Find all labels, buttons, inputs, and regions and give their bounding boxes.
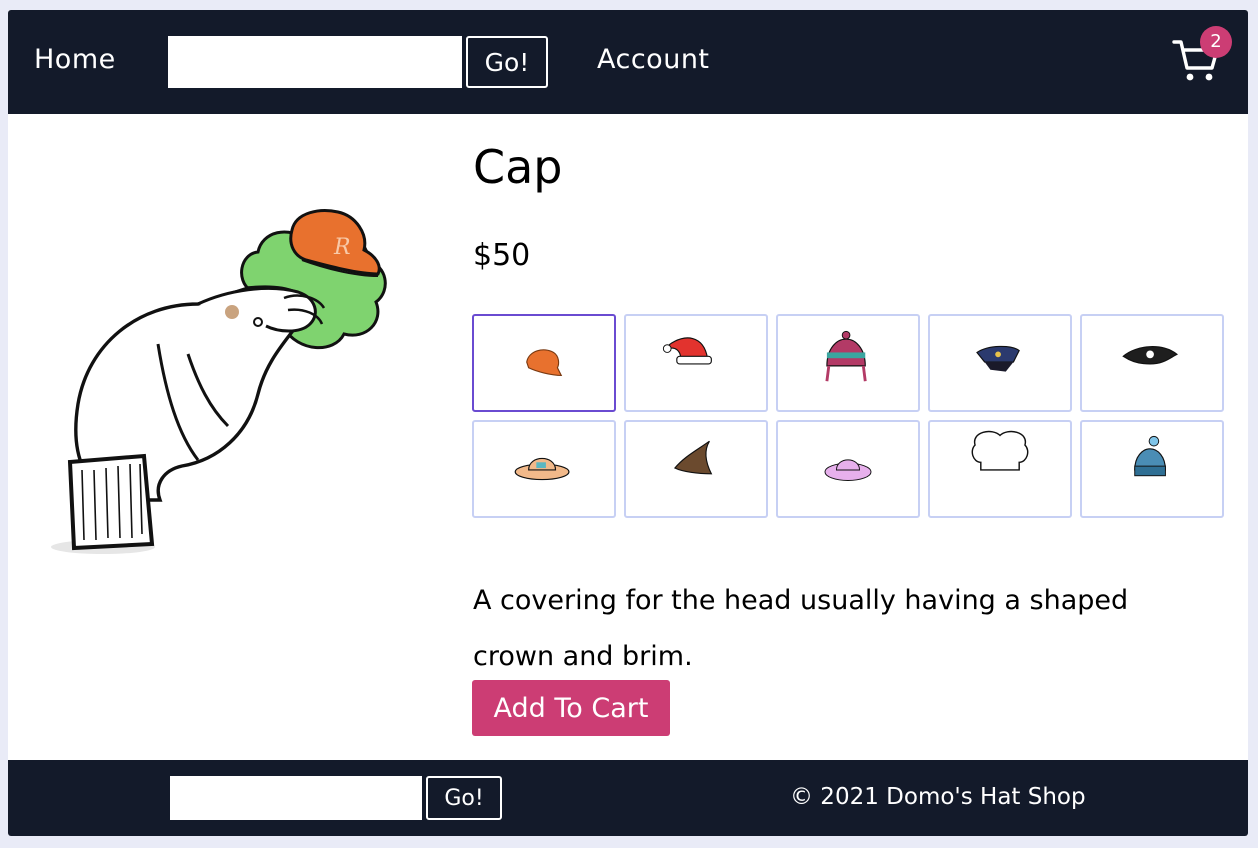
cap-icon	[526, 349, 563, 377]
witch-hat-icon	[673, 440, 713, 475]
sun-hat-icon	[514, 457, 570, 481]
product-hero-image: R	[51, 209, 387, 554]
footer: Go! © 2021 Domo's Hat Shop	[8, 760, 1248, 836]
product-price: $50	[473, 238, 531, 273]
page: Home Go! Account 2 R Cap $50 A covering …	[8, 10, 1248, 836]
hat-option-sun-hat[interactable]	[472, 420, 616, 518]
top-nav: Home Go! Account 2	[8, 10, 1248, 114]
hat-option-knit-beanie[interactable]	[776, 314, 920, 412]
floppy-hat-icon	[824, 459, 872, 481]
copyright-text: © 2021 Domo's Hat Shop	[790, 784, 1086, 810]
hat-option-grid	[472, 314, 1224, 520]
nav-account-link[interactable]: Account	[597, 44, 710, 75]
search-input[interactable]	[168, 36, 462, 88]
product-description: A covering for the head usually having a…	[473, 585, 1129, 672]
police-cap-icon	[976, 345, 1020, 372]
footer-search-input[interactable]	[170, 776, 422, 820]
hat-option-chef-hat[interactable]	[928, 420, 1072, 518]
footer-search-go-button[interactable]: Go!	[426, 776, 502, 820]
hat-option-pirate-hat[interactable]	[1080, 314, 1224, 412]
hat-option-cap[interactable]	[472, 314, 616, 412]
search-go-button[interactable]: Go!	[466, 36, 548, 88]
hat-option-santa-hat[interactable]	[624, 314, 768, 412]
hat-option-floppy-hat[interactable]	[776, 420, 920, 518]
pirate-hat-icon	[1122, 346, 1178, 365]
knit-beanie-icon	[825, 330, 867, 382]
add-to-cart-button[interactable]: Add To Cart	[472, 680, 670, 736]
svg-text:R: R	[333, 235, 351, 260]
hat-option-police-cap[interactable]	[928, 314, 1072, 412]
santa-hat-icon	[662, 337, 712, 365]
product-title: Cap	[473, 140, 563, 194]
hat-option-pom-beanie[interactable]	[1080, 420, 1224, 518]
hat-option-witch-hat[interactable]	[624, 420, 768, 518]
nav-home-link[interactable]: Home	[34, 44, 116, 75]
cart-count-badge: 2	[1200, 26, 1232, 58]
pom-beanie-icon	[1134, 435, 1167, 477]
chef-hat-icon	[971, 430, 1029, 471]
